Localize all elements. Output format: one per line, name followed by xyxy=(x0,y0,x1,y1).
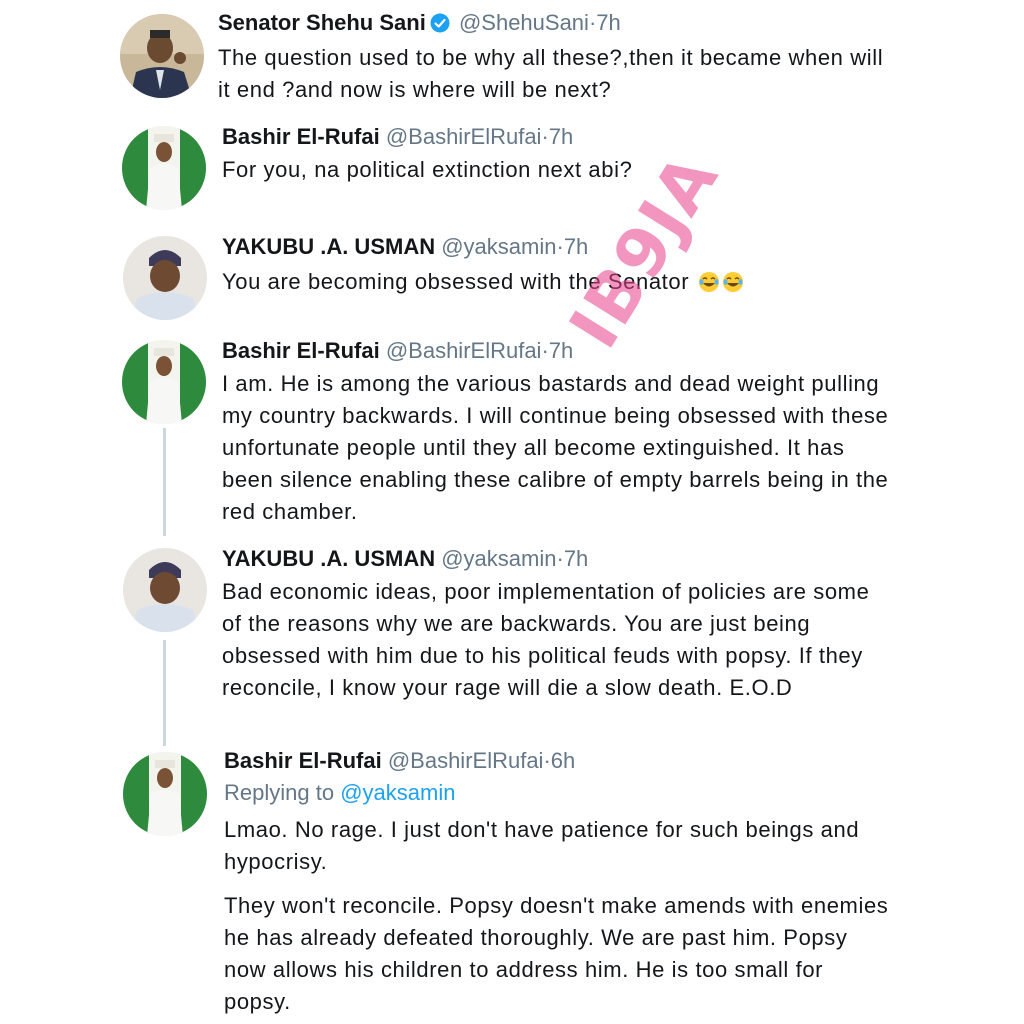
tweet-content: Bashir El-Rufai @BashirElRufai·6h Replyi… xyxy=(224,746,894,1018)
tweet-text-container: You are becoming obsessed with the Senat… xyxy=(222,266,894,298)
tweet-time[interactable]: 7h xyxy=(564,546,588,571)
tweet-content: Senator Shehu Sani @ShehuSani·7h The que… xyxy=(218,8,894,106)
avatar[interactable] xyxy=(123,548,207,632)
separator-dot: · xyxy=(556,234,564,259)
author-name[interactable]: Bashir El-Rufai xyxy=(222,124,380,149)
tweet-header: Bashir El-Rufai @BashirElRufai·7h xyxy=(222,336,894,366)
tweet-content: YAKUBU .A. USMAN @yaksamin·7h You are be… xyxy=(222,232,894,298)
tweet-time[interactable]: 7h xyxy=(549,338,573,363)
thread-connector-line xyxy=(163,640,166,746)
avatar[interactable] xyxy=(122,340,206,424)
replying-to-line: Replying to @yaksamin xyxy=(224,778,894,808)
face-with-tears-of-joy-icon xyxy=(698,270,720,292)
tweet-time[interactable]: 6h xyxy=(551,748,575,773)
avatar-bashir-el-rufai-image xyxy=(122,340,206,424)
face-with-tears-of-joy-icon xyxy=(722,270,744,292)
tweet-content: Bashir El-Rufai @BashirElRufai·7h I am. … xyxy=(222,336,894,528)
tweet-header: YAKUBU .A. USMAN @yaksamin·7h xyxy=(222,232,894,262)
tweet-header: Bashir El-Rufai @BashirElRufai·7h xyxy=(222,122,894,152)
thread-connector-line xyxy=(163,428,166,536)
author-name[interactable]: YAKUBU .A. USMAN xyxy=(222,234,435,259)
tweet-content: YAKUBU .A. USMAN @yaksamin·7h Bad econom… xyxy=(222,544,894,704)
tweet-text: For you, na political extinction next ab… xyxy=(222,157,633,182)
tweet-header: YAKUBU .A. USMAN @yaksamin·7h xyxy=(222,544,894,574)
separator-dot: · xyxy=(556,546,564,571)
tweet-text: Bad economic ideas, poor implementation … xyxy=(222,579,870,700)
avatar[interactable] xyxy=(122,126,206,210)
tweet-time[interactable]: 7h xyxy=(564,234,588,259)
avatar[interactable] xyxy=(123,752,207,836)
tweet-header: Senator Shehu Sani @ShehuSani·7h xyxy=(218,8,894,38)
separator-dot: · xyxy=(541,338,549,363)
avatar-shehu-sani-image xyxy=(120,14,204,98)
avatar[interactable] xyxy=(123,236,207,320)
avatar-bashir-el-rufai-image xyxy=(122,126,206,210)
tweet-thread: Senator Shehu Sani @ShehuSani·7h The que… xyxy=(0,0,1024,1024)
tweet-text: I am. He is among the various bastards a… xyxy=(222,371,889,524)
separator-dot: · xyxy=(543,748,551,773)
separator-dot: · xyxy=(541,124,549,149)
tweet-header: Bashir El-Rufai @BashirElRufai·6h xyxy=(224,746,894,776)
replying-to-mention-link[interactable]: @yaksamin xyxy=(340,780,455,805)
verified-badge-icon xyxy=(430,11,450,33)
tweet-text: You are becoming obsessed with the Senat… xyxy=(222,269,690,294)
author-handle[interactable]: @BashirElRufai xyxy=(386,338,542,363)
author-name[interactable]: Bashir El-Rufai xyxy=(222,338,380,363)
tweet-time[interactable]: 7h xyxy=(549,124,573,149)
author-name[interactable]: Senator Shehu Sani xyxy=(218,10,426,35)
avatar-yakubu-usman-image xyxy=(123,236,207,320)
author-handle[interactable]: @ShehuSani xyxy=(459,10,589,35)
avatar-bashir-el-rufai-image xyxy=(123,752,207,836)
tweet-text-continued: They won't reconcile. Popsy doesn't make… xyxy=(224,893,889,1014)
tweet-text: Lmao. No rage. I just don't have patienc… xyxy=(224,817,860,874)
replying-to-label: Replying to xyxy=(224,780,335,805)
tweet-time[interactable]: 7h xyxy=(596,10,620,35)
author-handle[interactable]: @BashirElRufai xyxy=(388,748,544,773)
author-handle[interactable]: @BashirElRufai xyxy=(386,124,542,149)
author-handle[interactable]: @yaksamin xyxy=(441,546,556,571)
author-name[interactable]: YAKUBU .A. USMAN xyxy=(222,546,435,571)
avatar-yakubu-usman-image xyxy=(123,548,207,632)
tweet-text-container: Lmao. No rage. I just don't have patienc… xyxy=(224,814,894,1018)
author-handle[interactable]: @yaksamin xyxy=(441,234,556,259)
author-name[interactable]: Bashir El-Rufai xyxy=(224,748,382,773)
tweet-content: Bashir El-Rufai @BashirElRufai·7h For yo… xyxy=(222,122,894,186)
avatar[interactable] xyxy=(120,14,204,98)
tweet-text: The question used to be why all these?,t… xyxy=(218,45,884,102)
